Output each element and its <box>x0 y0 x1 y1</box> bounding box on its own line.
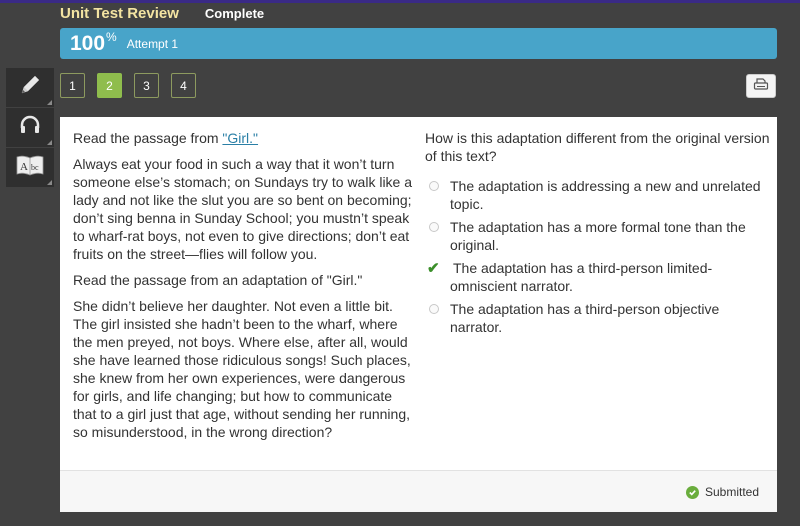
answer-option[interactable]: The adaptation is addressing a new and u… <box>425 177 770 213</box>
dictionary-icon: A bc <box>15 153 45 182</box>
score-bar: 100% Attempt 1 <box>60 28 777 59</box>
radio-button-icon[interactable] <box>429 222 439 232</box>
pencil-tool-button[interactable] <box>6 68 54 107</box>
headphones-icon <box>18 113 42 142</box>
answer-option-text: The adaptation has a third-person object… <box>450 301 720 335</box>
dictionary-tool-button[interactable]: A bc <box>6 148 54 187</box>
girl-link[interactable]: "Girl." <box>222 130 258 146</box>
attempt-label: Attempt 1 <box>126 36 179 51</box>
passage-column: Read the passage from "Girl." Always eat… <box>73 129 418 449</box>
score-percent: 100% <box>70 29 117 56</box>
print-button[interactable] <box>746 74 776 98</box>
tool-expand-corner <box>47 100 52 105</box>
assignment-title: Unit Test Review <box>60 4 179 22</box>
percent-sign: % <box>106 29 117 44</box>
headphones-tool-button[interactable] <box>6 108 54 147</box>
svg-text:A: A <box>20 161 28 173</box>
tool-sidebar: A bc <box>6 68 54 188</box>
question-3-button[interactable]: 3 <box>134 73 159 98</box>
adaptation-passage-text: She didn’t believe her daughter. Not eve… <box>73 298 411 440</box>
radio-button-icon[interactable] <box>429 181 439 191</box>
answer-option[interactable]: The adaptation has a more formal tone th… <box>425 218 770 254</box>
checkmark-icon: ✔ <box>427 260 440 277</box>
answer-option-correct[interactable]: ✔ The adaptation has a third-person limi… <box>425 259 770 295</box>
pencil-icon <box>18 73 42 102</box>
question-1-button[interactable]: 1 <box>60 73 85 98</box>
submitted-status: Submitted <box>685 485 759 499</box>
passage-intro-original: Read the passage from "Girl." <box>73 129 418 147</box>
check-circle-icon <box>685 485 699 499</box>
answer-option-text: The adaptation has a third-person limite… <box>450 260 713 294</box>
answer-option-text: The adaptation has a more formal tone th… <box>450 219 746 253</box>
question-navigation: 1 2 3 4 <box>60 73 208 98</box>
passage-intro-adaptation: Read the passage from an adaptation of "… <box>73 272 363 288</box>
submitted-label: Submitted <box>704 485 759 499</box>
print-icon <box>753 77 769 96</box>
original-passage-text: Always eat your food in such a way that … <box>73 156 413 262</box>
question-2-button[interactable]: 2 <box>97 73 122 98</box>
top-accent-strip <box>0 0 800 3</box>
question-card: Read the passage from "Girl." Always eat… <box>60 117 777 512</box>
svg-text:bc: bc <box>31 163 39 172</box>
score-value: 100 <box>70 31 106 55</box>
radio-button-icon[interactable] <box>429 304 439 314</box>
assignment-status: Complete <box>204 5 265 21</box>
question-prompt: How is this adaptation different from th… <box>425 130 770 164</box>
card-footer: Submitted <box>60 470 777 512</box>
question-column: How is this adaptation different from th… <box>425 129 770 341</box>
passage-intro-text: Read the passage from <box>73 130 223 146</box>
tool-expand-corner <box>47 180 52 185</box>
header: Unit Test Review Complete <box>60 4 264 22</box>
answer-option-text: The adaptation is addressing a new and u… <box>450 178 761 212</box>
question-4-button[interactable]: 4 <box>171 73 196 98</box>
answer-option[interactable]: The adaptation has a third-person object… <box>425 300 770 336</box>
tool-expand-corner <box>47 140 52 145</box>
